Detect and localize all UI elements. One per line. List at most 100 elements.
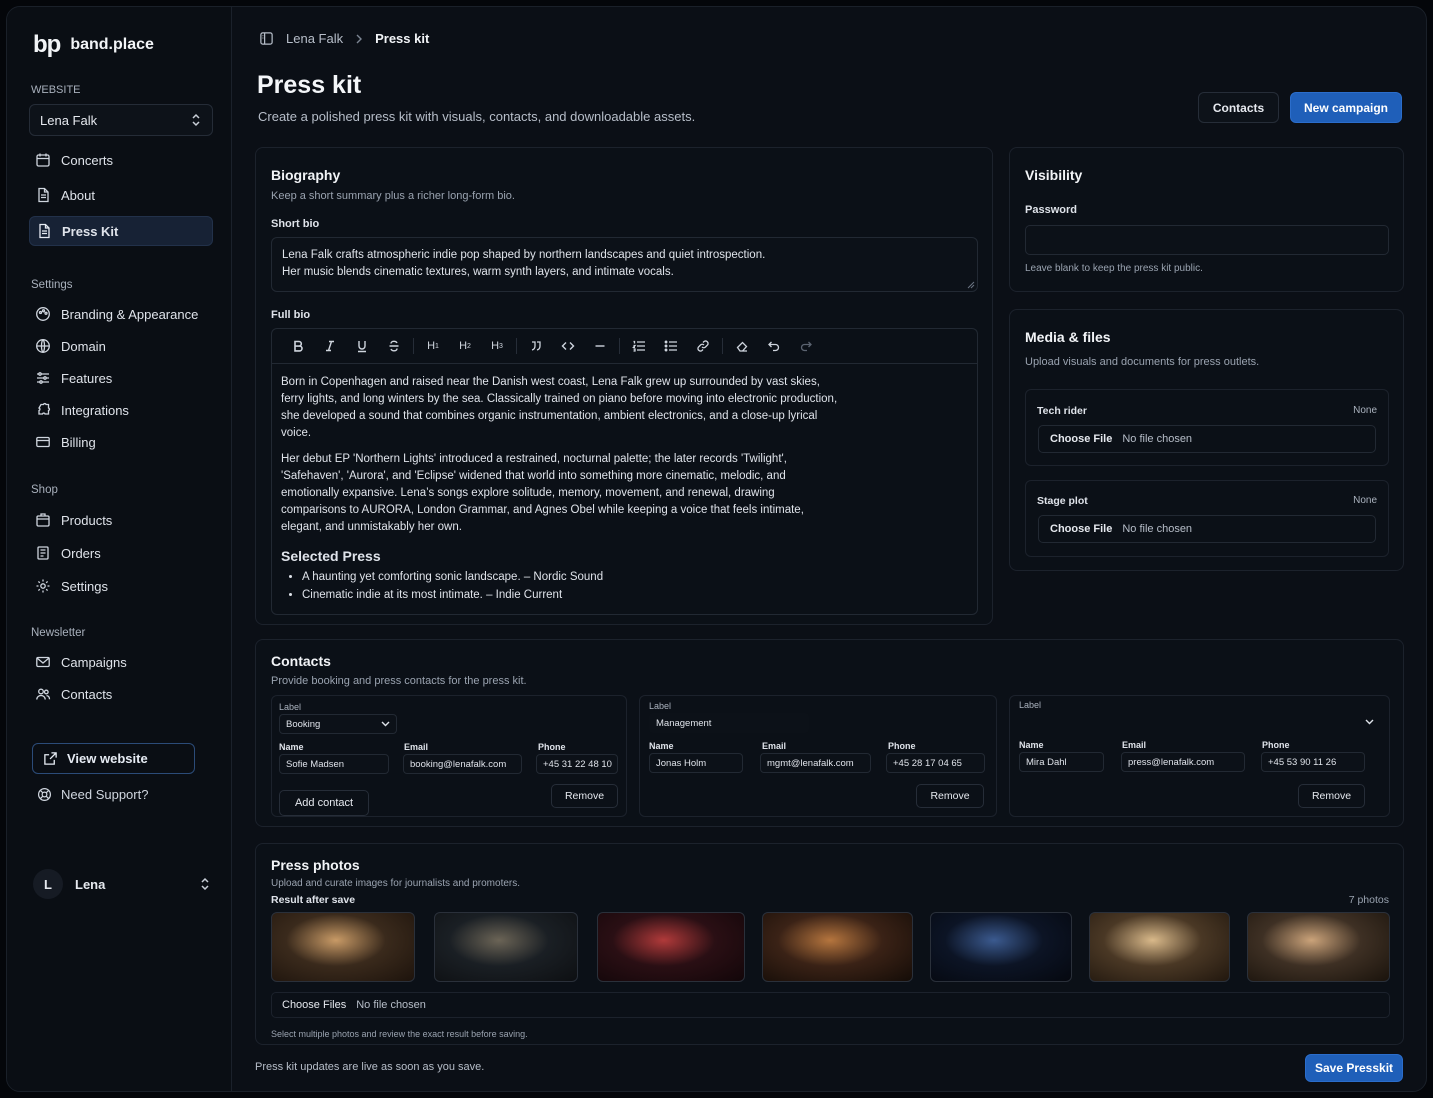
media-card: Media & files Upload visuals and documen… [1009,309,1404,571]
choose-file-button[interactable]: Choose File [1050,523,1112,535]
sidebar-item-press-kit[interactable]: Press Kit [29,216,213,246]
press-photo[interactable] [1089,912,1230,982]
sidebar-item-domain[interactable]: Domain [29,331,213,361]
press-quote-list: A haunting yet comforting sonic landscap… [281,568,968,604]
undo-button[interactable] [758,334,790,358]
link-button[interactable] [687,334,719,358]
choose-files-button[interactable]: Choose Files [282,999,346,1011]
press-photo[interactable] [762,912,913,982]
underline-button[interactable] [346,334,378,358]
chevron-up-down-icon [192,113,200,127]
contact-phone-input[interactable]: +45 31 22 48 10 [536,754,618,774]
sidebar-item-products[interactable]: Products [29,505,213,535]
sidebar-item-branding[interactable]: Branding & Appearance [29,299,213,329]
redo-button[interactable] [790,334,822,358]
press-photo[interactable] [434,912,578,982]
palette-icon [36,307,50,321]
view-website-button[interactable]: View website [32,743,195,774]
press-photo[interactable] [597,912,745,982]
sidebar-toggle-icon[interactable] [259,31,274,46]
label-caption: Label [279,702,302,712]
chevron-right-icon [356,34,363,43]
logo[interactable]: bp band.place [33,31,154,59]
sidebar-item-orders[interactable]: Orders [29,538,213,568]
resize-handle-icon[interactable] [967,281,975,289]
main-content: Lena Falk Press kit Press kit Create a p… [233,7,1426,1091]
footer-note: Press kit updates are live as soon as yo… [255,1061,485,1073]
press-photo[interactable] [271,912,415,982]
strikethrough-button[interactable] [378,334,410,358]
password-input[interactable] [1025,225,1389,255]
sidebar-item-shop-settings[interactable]: Settings [29,571,213,601]
support-link[interactable]: Need Support? [37,787,148,802]
add-contact-button[interactable]: Add contact [279,790,369,816]
phone-caption: Phone [1262,740,1290,750]
contact-card-press: Label Name Mira Dahl Email press@lenafal… [1009,695,1390,817]
user-menu[interactable]: L Lena [33,868,211,900]
app-window: bp band.place WEBSITE Lena Falk Concerts… [6,6,1427,1092]
sidebar-item-integrations[interactable]: Integrations [29,395,213,425]
contact-name-input[interactable]: Mira Dahl [1019,752,1104,772]
contact-email-input[interactable]: press@lenafalk.com [1121,752,1245,772]
full-bio-label: Full bio [271,309,311,321]
tech-rider-file-input[interactable]: Choose File No file chosen [1038,425,1376,453]
press-photo[interactable] [1247,912,1390,982]
sidebar-item-label: Branding & Appearance [61,306,199,322]
bold-button[interactable] [282,334,314,358]
chevron-down-icon [1365,719,1374,725]
heading3-button[interactable]: H3 [481,334,513,358]
sidebar-item-features[interactable]: Features [29,363,213,393]
choose-file-button[interactable]: Choose File [1050,433,1112,445]
contact-email-input[interactable]: booking@lenafalk.com [403,754,522,774]
short-bio-textarea[interactable]: Lena Falk crafts atmospheric indie pop s… [271,237,978,292]
italic-button[interactable] [314,334,346,358]
remove-contact-button[interactable]: Remove [551,784,618,808]
bullet-list-icon [664,340,677,352]
sidebar-item-label: Concerts [61,152,114,168]
breadcrumb-parent[interactable]: Lena Falk [286,31,343,46]
file-name: No file chosen [356,999,426,1011]
contact-phone-input[interactable]: +45 28 17 04 65 [886,753,985,773]
sidebar-item-concerts[interactable]: Concerts [29,145,213,175]
heading2-button[interactable]: H2 [449,334,481,358]
sidebar-item-campaigns[interactable]: Campaigns [29,647,213,677]
box-icon [36,513,50,527]
email-caption: Email [1122,740,1147,750]
sidebar-item-contacts[interactable]: Contacts [29,679,213,709]
contact-label-input[interactable]: Management [649,713,809,733]
contacts-title: Contacts [271,653,331,669]
contact-label-select[interactable] [1019,712,1381,732]
contact-name-input[interactable]: Jonas Holm [649,753,743,773]
biography-card: Biography Keep a short summary plus a ri… [255,147,993,625]
contact-email-input[interactable]: mgmt@lenafalk.com [760,753,871,773]
full-bio-editor[interactable]: Born in Copenhagen and raised near the D… [271,363,978,615]
phone-caption: Phone [888,741,916,751]
sidebar-item-about[interactable]: About [29,180,213,210]
bullet-list-button[interactable] [655,334,687,358]
stage-plot-file-input[interactable]: Choose File No file chosen [1038,515,1376,543]
new-campaign-button[interactable]: New campaign [1290,92,1402,123]
contact-label-select[interactable]: Booking [279,714,397,734]
underline-icon [358,341,366,353]
remove-contact-button[interactable]: Remove [916,784,984,808]
contacts-button[interactable]: Contacts [1198,92,1279,123]
document-icon [38,187,49,203]
visibility-card: Visibility Password Leave blank to keep … [1009,147,1404,292]
quote-button[interactable] [520,334,552,358]
ordered-list-icon [632,340,645,352]
save-presskit-button[interactable]: Save Presskit [1305,1054,1403,1082]
gear-icon [36,579,50,593]
site-select[interactable]: Lena Falk [29,104,213,136]
chevron-down-icon [381,721,390,727]
ordered-list-button[interactable] [623,334,655,358]
heading1-button[interactable]: H1 [417,334,449,358]
clear-format-button[interactable] [726,334,758,358]
horizontal-rule-button[interactable] [584,334,616,358]
contact-phone-input[interactable]: +45 53 90 11 26 [1261,752,1365,772]
photos-file-input[interactable]: Choose Files No file chosen [271,992,1390,1018]
sidebar-item-billing[interactable]: Billing [29,427,213,457]
code-button[interactable] [552,334,584,358]
contact-name-input[interactable]: Sofie Madsen [279,754,389,774]
press-photo[interactable] [930,912,1072,982]
remove-contact-button[interactable]: Remove [1298,784,1365,808]
